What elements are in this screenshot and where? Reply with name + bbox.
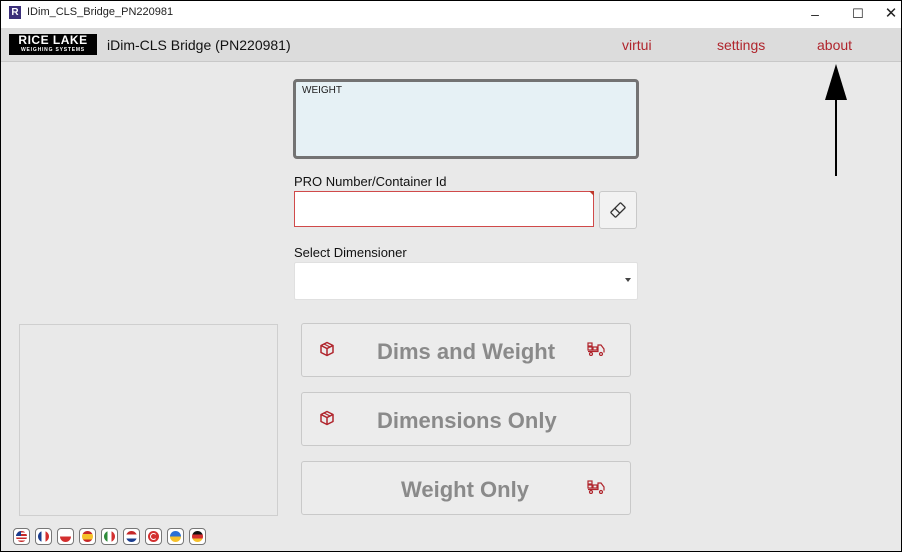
preview-panel [19,324,278,516]
flag-italy-icon[interactable] [101,528,118,545]
rice-lake-logo: RICE LAKE WEIGHING SYSTEMS [9,34,97,55]
nav-about-link[interactable]: about [817,37,852,53]
eraser-icon [610,202,626,218]
flag-germany-icon[interactable] [189,528,206,545]
flag-us-icon[interactable] [13,528,30,545]
flag-poland-icon[interactable] [57,528,74,545]
truck-icon [587,342,605,356]
dimensions-only-label: Dimensions Only [377,408,557,433]
flag-spain-icon[interactable] [79,528,96,545]
dims-and-weight-label: Dims and Weight [377,339,556,364]
nav-virtui-link[interactable]: virtui [622,37,652,53]
app-header: RICE LAKE WEIGHING SYSTEMS iDim-CLS Brid… [1,28,901,62]
nav-settings-link[interactable]: settings [717,37,765,53]
flag-france-icon[interactable] [35,528,52,545]
logo-subtext: WEIGHING SYSTEMS [21,47,85,53]
chevron-down-icon [625,278,631,282]
weight-only-button[interactable]: Weight Only [301,461,631,515]
app-window: R IDim_CLS_Bridge_PN220981 – ☐ ✕ RICE LA… [0,0,902,552]
logo-text: RICE LAKE [18,33,88,47]
window-title: IDim_CLS_Bridge_PN220981 [27,6,174,18]
dimensions-only-button[interactable]: Dimensions Only [301,392,631,446]
app-logo-icon: R [9,6,21,19]
annotation-arrow-head [825,64,847,100]
minimize-button[interactable]: – [798,3,832,25]
flag-netherlands-icon[interactable] [123,528,140,545]
weight-only-label: Weight Only [401,477,529,502]
clear-pro-number-button[interactable] [599,191,637,229]
weight-label: WEIGHT [302,85,342,96]
dimensioner-select[interactable] [294,262,638,300]
box-icon [320,410,334,426]
language-flag-bar [13,528,206,545]
truck-icon [587,480,605,494]
pro-number-input[interactable] [294,191,594,227]
dimensioner-label: Select Dimensioner [294,245,407,260]
annotation-arrow-shaft [835,96,837,176]
pro-number-label: PRO Number/Container Id [294,174,447,189]
flag-turkey-icon[interactable] [145,528,162,545]
required-indicator [589,191,594,196]
flag-ukraine-icon[interactable] [167,528,184,545]
app-title: iDim-CLS Bridge (PN220981) [107,37,291,53]
dims-and-weight-button[interactable]: Dims and Weight [301,323,631,377]
close-button[interactable]: ✕ [881,3,901,25]
title-bar: R IDim_CLS_Bridge_PN220981 – ☐ ✕ [1,1,901,28]
weight-display: WEIGHT [293,79,639,159]
maximize-button[interactable]: ☐ [841,3,875,25]
box-icon [320,341,334,357]
